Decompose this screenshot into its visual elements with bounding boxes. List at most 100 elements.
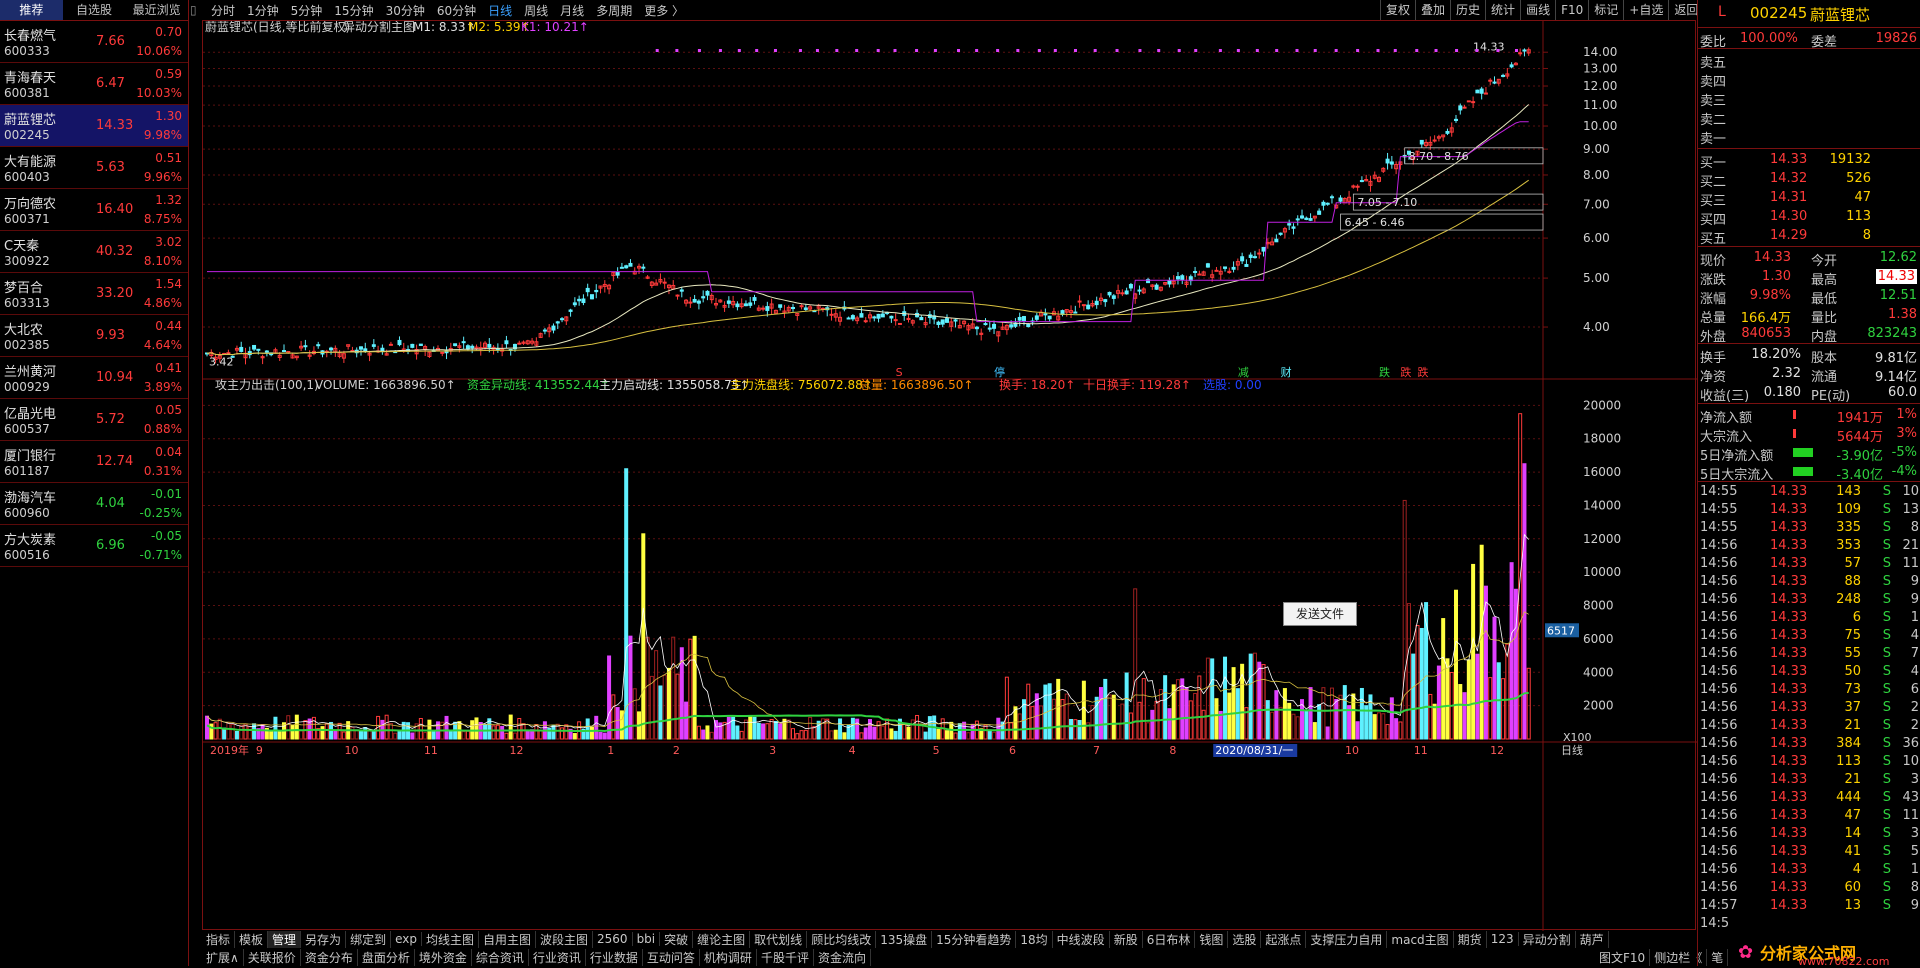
volume-bar [230, 723, 235, 740]
candle-body [542, 329, 547, 332]
extension-item-0[interactable]: 扩展∧ [202, 948, 244, 966]
chart-canvas[interactable]: 蔚蓝锂芯(日线,等比前复权)异动分割主图M1: 8.33↑M2: 5.39↑K1… [203, 21, 1697, 931]
template-item-21[interactable]: 钱图 [1195, 930, 1229, 948]
template-item-16[interactable]: 15分钟看趋势 [932, 930, 1017, 948]
timeframe-1[interactable]: 1分钟 [241, 2, 285, 19]
template-item-7[interactable]: 自用主图 [479, 930, 536, 948]
timeframe-5[interactable]: 60分钟 [431, 2, 482, 19]
template-item-9[interactable]: 2560 [593, 932, 633, 946]
tool-button-5[interactable]: F10 [1555, 0, 1588, 20]
watchlist-row[interactable]: 亿晶光电 600537 5.72 0.05 0.88% [0, 399, 188, 441]
watchlist-row[interactable]: 渤海汽车 600960 4.04 -0.01 -0.25% [0, 483, 188, 525]
stock-name: 大有能源 [4, 155, 57, 170]
template-item-17[interactable]: 18均 [1016, 930, 1053, 948]
watchlist-row[interactable]: C天秦 300922 40.32 3.02 8.10% [0, 231, 188, 273]
template-item-6[interactable]: 均线主图 [422, 930, 479, 948]
template-item-18[interactable]: 中线波段 [1053, 930, 1110, 948]
template-item-20[interactable]: 6日布林 [1143, 930, 1196, 948]
chart-area[interactable]: 蔚蓝锂芯(日线,等比前复权) 异动分割主图 M1: 8.33↑ M2: 5.39↑ K1… [202, 20, 1697, 931]
watchlist-row[interactable]: 万向德农 600371 16.40 1.32 8.75% [0, 189, 188, 231]
volume-bar [906, 726, 911, 740]
tool-button-7[interactable]: +自选 [1623, 0, 1668, 20]
tool-button-6[interactable]: 标记 [1588, 0, 1623, 20]
watchlist-row[interactable]: 青海春天 600381 6.47 0.59 10.03% [0, 63, 188, 105]
stock-change-pct: 4.64% [143, 338, 182, 352]
tool-button-3[interactable]: 统计 [1485, 0, 1520, 20]
watchlist-tab-2[interactable]: 最近浏览 [125, 0, 188, 20]
watchlist-row[interactable]: 大有能源 600403 5.63 0.51 9.96% [0, 147, 188, 189]
template-item-13[interactable]: 取代划线 [750, 930, 808, 948]
timeframe-10[interactable]: 更多 〉 [638, 2, 690, 19]
extension-item-2[interactable]: 资金分布 [301, 948, 358, 966]
extension-right-0[interactable]: 图文F10 [1595, 948, 1651, 966]
watchlist-tab-1[interactable]: 自选股 [63, 0, 126, 20]
template-item-25[interactable]: macd主图 [1387, 930, 1454, 948]
timeframe-6[interactable]: 日线 [482, 2, 518, 19]
stock-change-pct: 9.98% [143, 128, 182, 142]
candle-body [944, 318, 949, 323]
candle-body [1214, 269, 1219, 272]
template-item-27[interactable]: 123 [1487, 932, 1519, 946]
stock-change: 0.44 [155, 319, 182, 333]
template-item-4[interactable]: 绑定到 [346, 930, 392, 948]
extension-item-4[interactable]: 境外资金 [415, 948, 472, 966]
template-item-5[interactable]: exp [391, 932, 422, 946]
template-item-11[interactable]: 突破 [660, 930, 694, 948]
template-item-29[interactable]: 葫芦 [1576, 930, 1609, 948]
watchlist-row[interactable]: 方大炭素 600516 6.96 -0.05 -0.71% [0, 525, 188, 567]
stock-change: 0.51 [155, 151, 182, 165]
template-item-22[interactable]: 选股 [1228, 930, 1262, 948]
template-item-26[interactable]: 期货 [1454, 930, 1487, 948]
send-file-tooltip[interactable]: 发送文件 [1283, 602, 1357, 626]
toolbar-toggle-icon[interactable]: ▯ [190, 0, 204, 20]
watchlist-row[interactable]: 长春燃气 600333 7.66 0.70 10.06% [0, 21, 188, 63]
template-item-8[interactable]: 波段主图 [536, 930, 594, 948]
template-item-23[interactable]: 起涨点 [1261, 930, 1307, 948]
watchlist-row[interactable]: 梦百合 603313 33.20 1.54 4.86% [0, 273, 188, 315]
volume-bar [418, 717, 423, 740]
candle-body [1432, 139, 1437, 142]
extension-item-1[interactable]: 关联报价 [244, 948, 301, 966]
extension-item-3[interactable]: 盘面分析 [358, 948, 415, 966]
tool-button-1[interactable]: 叠加 [1415, 0, 1450, 20]
template-item-3[interactable]: 另存为 [301, 930, 347, 948]
watchlist-row[interactable]: 兰州黄河 000929 10.94 0.41 3.89% [0, 357, 188, 399]
template-item-28[interactable]: 异动分割 [1519, 930, 1576, 948]
extension-item-6[interactable]: 行业资讯 [529, 948, 586, 966]
template-item-24[interactable]: 支撑压力自用 [1306, 930, 1388, 948]
tick-row: 14:56 14.33 113 S 10 [1700, 754, 1919, 769]
watchlist-row[interactable]: 大北农 002385 9.93 0.44 4.64% [0, 315, 188, 357]
tool-button-0[interactable]: 复权 [1380, 0, 1415, 20]
template-item-19[interactable]: 新股 [1110, 930, 1143, 948]
timeframe-3[interactable]: 15分钟 [328, 2, 379, 19]
watchlist-tab-0[interactable]: 推荐 [0, 0, 63, 20]
extension-item-8[interactable]: 互动问答 [643, 948, 700, 966]
timeframe-9[interactable]: 多周期 [590, 2, 638, 19]
template-item-14[interactable]: 顾比均线改 [807, 930, 877, 948]
stock-code: 600333 [4, 44, 50, 58]
volume-bar [1308, 687, 1313, 740]
extension-item-9[interactable]: 机构调研 [700, 948, 757, 966]
timeframe-2[interactable]: 5分钟 [285, 2, 329, 19]
stock-name: 蔚蓝锂芯 [4, 113, 57, 128]
watchlist-row[interactable]: 蔚蓝锂芯 002245 14.33 1.30 9.98% [0, 105, 188, 147]
tool-button-4[interactable]: 画线 [1520, 0, 1555, 20]
tick-row: 14:56 14.33 75 S 4 [1700, 628, 1919, 643]
template-item-12[interactable]: 缠论主图 [693, 930, 751, 948]
template-item-1[interactable]: 模板 [235, 930, 269, 948]
template-item-15[interactable]: 135操盘 [876, 930, 933, 948]
timeframe-4[interactable]: 30分钟 [380, 2, 431, 19]
timeframe-7[interactable]: 周线 [518, 2, 554, 19]
extension-item-5[interactable]: 综合资讯 [472, 948, 529, 966]
template-item-0[interactable]: 指标 [202, 930, 236, 948]
extension-item-10[interactable]: 千股千评 [757, 948, 814, 966]
timeframe-0[interactable]: 分时 [205, 2, 241, 19]
tool-button-2[interactable]: 历史 [1450, 0, 1485, 20]
template-item-2[interactable]: 管理 [268, 930, 302, 948]
signal-dot [975, 49, 979, 52]
watchlist-row[interactable]: 厦门银行 601187 12.74 0.04 0.31% [0, 441, 188, 483]
template-item-10[interactable]: bbi [633, 932, 661, 946]
extension-item-7[interactable]: 行业数据 [586, 948, 643, 966]
extension-item-11[interactable]: 资金流向 [814, 948, 871, 966]
timeframe-8[interactable]: 月线 [554, 2, 590, 19]
